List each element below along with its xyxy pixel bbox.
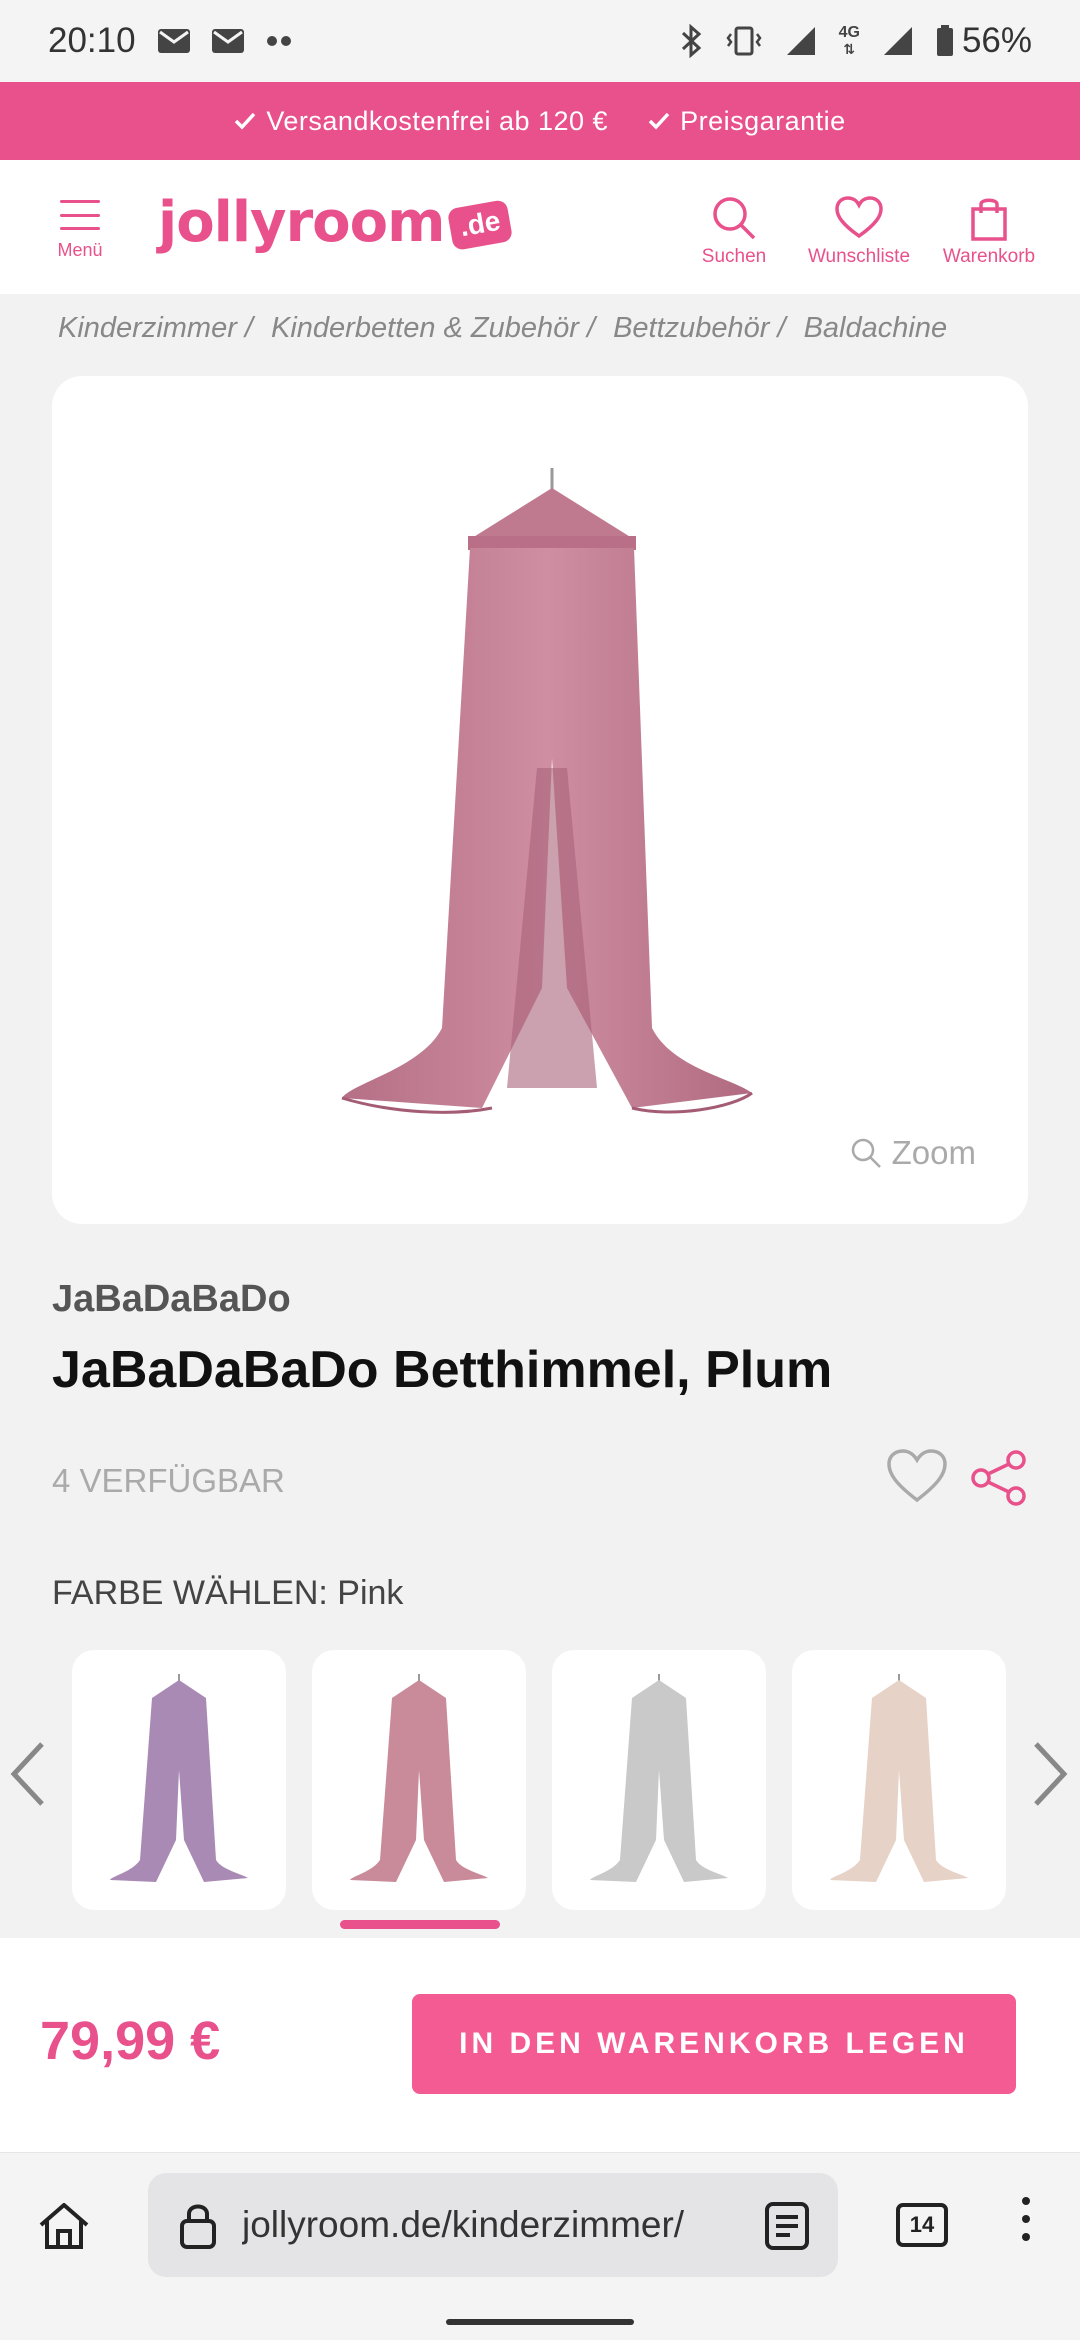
heart-icon bbox=[887, 1449, 947, 1503]
signal-icon bbox=[882, 25, 914, 57]
mail-icon bbox=[211, 29, 244, 53]
product-image-card[interactable]: Zoom bbox=[52, 376, 1028, 1224]
add-to-cart-button[interactable]: IN DEN WARENKORB LEGEN bbox=[412, 1994, 1016, 2094]
product-price: 79,99 € bbox=[40, 2011, 221, 2071]
signal-icon bbox=[785, 25, 817, 57]
check-icon bbox=[235, 112, 256, 130]
carousel-prev-button[interactable] bbox=[8, 1740, 48, 1813]
breadcrumb-item[interactable]: Bettzubehör / bbox=[613, 312, 786, 345]
check-icon bbox=[648, 112, 670, 130]
breadcrumb: Kinderzimmer / Kinderbetten & Zubehör / … bbox=[58, 312, 947, 345]
search-button[interactable]: Suchen bbox=[694, 194, 774, 268]
product-title: JaBaDaBaDo Betthimmel, Plum bbox=[52, 1341, 833, 1399]
search-icon bbox=[713, 197, 756, 240]
home-button[interactable] bbox=[36, 2201, 92, 2256]
network-type-label: 4G bbox=[838, 24, 860, 41]
site-logo[interactable]: jollyroom .de bbox=[158, 190, 515, 255]
more-vertical-icon bbox=[1022, 2197, 1030, 2205]
lock-icon bbox=[180, 2204, 216, 2249]
cart-label: Warenkorb bbox=[942, 246, 1036, 267]
variant-thumbnail-image bbox=[830, 1674, 968, 1882]
color-variant-beige[interactable] bbox=[792, 1650, 1006, 1910]
share-button[interactable] bbox=[970, 1450, 1028, 1511]
carousel-next-button[interactable] bbox=[1030, 1740, 1070, 1813]
status-time: 20:10 bbox=[48, 21, 136, 60]
share-icon bbox=[971, 1450, 1026, 1506]
vibrate-icon bbox=[725, 26, 763, 56]
cart-button[interactable]: Warenkorb bbox=[936, 194, 1042, 268]
tab-count: 14 bbox=[909, 2212, 935, 2237]
color-variant-lilac[interactable] bbox=[72, 1650, 286, 1910]
color-variant-pink[interactable] bbox=[312, 1650, 526, 1910]
network-type-icon: 4G ⇅ bbox=[838, 24, 860, 58]
promo-price-guarantee: Preisgarantie bbox=[648, 106, 846, 137]
breadcrumb-item[interactable]: Baldachine bbox=[804, 312, 948, 345]
color-select-label: FARBE WÄHLEN: Pink bbox=[52, 1574, 404, 1612]
shopping-bag-icon bbox=[971, 198, 1007, 241]
search-label: Suchen bbox=[701, 246, 767, 267]
promo-free-shipping: Versandkostenfrei ab 120 € bbox=[234, 106, 608, 137]
zoom-button[interactable]: Zoom bbox=[850, 1134, 976, 1172]
promo-free-shipping-label: Versandkostenfrei ab 120 € bbox=[266, 105, 609, 136]
logo-text: jollyroom bbox=[158, 190, 445, 255]
overflow-menu-button[interactable] bbox=[1022, 2197, 1030, 2241]
breadcrumb-item[interactable]: Kinderbetten & Zubehör / bbox=[271, 312, 595, 345]
menu-button[interactable]: Menü bbox=[52, 200, 108, 261]
heart-icon bbox=[835, 196, 883, 239]
zoom-icon bbox=[851, 1138, 881, 1168]
wishlist-label: Wunschliste bbox=[807, 246, 911, 267]
color-variant-carousel bbox=[0, 1648, 1080, 1938]
address-bar[interactable]: jollyroom.de/kinderzimmer/ bbox=[148, 2173, 838, 2277]
reader-mode-icon bbox=[765, 2202, 809, 2250]
promo-price-guarantee-label: Preisgarantie bbox=[680, 105, 846, 136]
breadcrumb-item[interactable]: Kinderzimmer / bbox=[58, 312, 253, 345]
status-bar: 20:10 4G ⇅ 56% bbox=[0, 0, 1080, 82]
chevron-right-icon bbox=[1034, 1742, 1068, 1806]
variant-thumbnail-image bbox=[590, 1674, 728, 1882]
availability-status: 4 VERFÜGBAR bbox=[52, 1462, 285, 1499]
selected-variant-indicator bbox=[340, 1920, 500, 1929]
menu-label: Menü bbox=[57, 240, 103, 260]
logo-badge: .de bbox=[447, 199, 515, 251]
reader-mode-button[interactable] bbox=[764, 2201, 810, 2256]
purchase-bar: 79,99 € IN DEN WARENKORB LEGEN bbox=[0, 1938, 1080, 2152]
battery-indicator: 56% bbox=[936, 21, 1032, 61]
variant-thumbnail-image bbox=[110, 1674, 248, 1882]
battery-percent: 56% bbox=[961, 21, 1032, 60]
more-notifications-icon bbox=[266, 36, 294, 46]
battery-icon bbox=[936, 25, 953, 56]
home-icon bbox=[39, 2203, 89, 2249]
promo-bar: Versandkostenfrei ab 120 € Preisgarantie bbox=[0, 82, 1080, 160]
chevron-left-icon bbox=[10, 1742, 44, 1806]
variant-thumbnail-image bbox=[350, 1674, 488, 1882]
bluetooth-icon bbox=[679, 24, 703, 58]
browser-toolbar: jollyroom.de/kinderzimmer/ 14 bbox=[0, 2152, 1080, 2340]
product-image bbox=[341, 468, 753, 1114]
wishlist-button[interactable]: Wunschliste bbox=[800, 194, 918, 268]
zoom-label: Zoom bbox=[891, 1134, 976, 1171]
mail-icon bbox=[157, 29, 190, 53]
url-text: jollyroom.de/kinderzimmer/ bbox=[242, 2204, 685, 2245]
product-brand[interactable]: JaBaDaBaDo bbox=[52, 1278, 291, 1321]
tab-switcher-button[interactable]: 14 bbox=[896, 2203, 948, 2247]
hamburger-icon bbox=[60, 200, 100, 230]
site-header: Menü jollyroom .de Suchen Wunschliste Wa… bbox=[0, 160, 1080, 294]
gesture-home-indicator[interactable] bbox=[446, 2319, 634, 2325]
color-variant-grey[interactable] bbox=[552, 1650, 766, 1910]
add-to-wishlist-button[interactable] bbox=[886, 1448, 948, 1509]
